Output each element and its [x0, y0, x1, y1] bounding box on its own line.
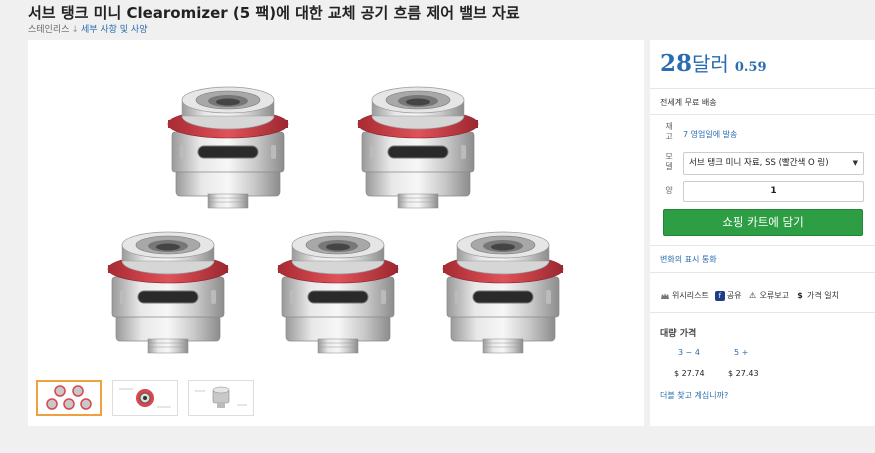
quantity-label: 양	[665, 186, 673, 195]
price-cents: 0.59	[734, 60, 767, 75]
thumbnail-1[interactable]	[36, 380, 102, 416]
wishlist-label: 위시리스트	[672, 291, 709, 300]
price-block: 28달러 0.59	[660, 48, 767, 77]
valve-image-1	[167, 86, 289, 209]
price-match-label: 가격 일치	[807, 291, 839, 300]
divider	[650, 272, 875, 273]
warning-icon: ⚠	[748, 290, 757, 300]
bulk-tier-price: $ 27.43	[728, 369, 759, 378]
model-selected-value: 서브 탱크 미니 자료, SS (빨간색 O 링)	[689, 158, 829, 168]
valve-image-5	[442, 231, 564, 354]
add-to-cart-button[interactable]: 쇼핑 카트에 담기	[663, 209, 863, 236]
quantity-input[interactable]: 1	[683, 181, 864, 202]
wishlist-button[interactable]: 위시리스트	[660, 290, 709, 301]
divider	[650, 245, 875, 246]
model-select[interactable]: 서브 탱크 미니 자료, SS (빨간색 O 링) ▼	[683, 152, 864, 175]
material-arrow-icon: ↓	[71, 25, 79, 35]
product-gallery	[28, 40, 644, 426]
valve-image-2	[357, 86, 479, 209]
bulk-pricing-title: 대량 가격	[660, 329, 697, 339]
details-link[interactable]: 세부 사항 및 사양	[81, 25, 148, 35]
report-label: 오류보고	[759, 291, 789, 300]
purchase-panel: 28달러 0.59 전세계 무료 배송 재고 7 영업일에 발송 모델 서브 탱크…	[650, 40, 875, 426]
price-main: 28	[660, 50, 693, 77]
valve-image-3	[107, 231, 229, 354]
material-label: 스테인리스	[28, 25, 70, 35]
share-button[interactable]: f 공유	[714, 290, 742, 301]
valve-image-4	[277, 231, 399, 354]
divider	[650, 88, 875, 89]
share-label: 공유	[726, 291, 742, 300]
price-match-button[interactable]: $ 가격 일치	[795, 290, 839, 301]
model-label: 모델	[665, 152, 673, 171]
thumbnail-2[interactable]	[112, 380, 178, 416]
bulk-tier-range[interactable]: 3 ~ 4	[678, 348, 700, 357]
share-icon: f	[714, 290, 725, 301]
stock-value: 7 영업일에 발송	[683, 130, 738, 139]
wishlist-icon	[660, 291, 670, 301]
bulk-tier-range[interactable]: 5 +	[734, 348, 748, 357]
product-title: 서브 탱크 미니 Clearomizer (5 팩)에 대한 교체 공기 흐름 …	[28, 4, 520, 22]
price-unit: 달러	[692, 52, 729, 76]
stock-label: 재고	[665, 122, 673, 141]
bulk-tier-price: $ 27.74	[674, 369, 705, 378]
bulk-inquiry-link[interactable]: 더블 찾고 계십니까?	[660, 390, 728, 401]
currency-display-link[interactable]: 변화의 표시 통화	[660, 254, 717, 265]
thumbnail-3[interactable]	[188, 380, 254, 416]
divider	[650, 114, 875, 115]
action-bar: 위시리스트 f 공유 ⚠ 오류보고 $ 가격 일치	[660, 290, 845, 301]
dollar-icon: $	[797, 290, 803, 300]
product-subline: 스테인리스 ↓ 세부 사항 및 사양	[28, 22, 148, 35]
shipping-info: 전세계 무료 배송	[660, 98, 717, 107]
main-product-image[interactable]	[88, 50, 588, 370]
chevron-down-icon: ▼	[852, 159, 858, 167]
report-button[interactable]: ⚠ 오류보고	[748, 290, 789, 301]
divider	[650, 312, 875, 313]
